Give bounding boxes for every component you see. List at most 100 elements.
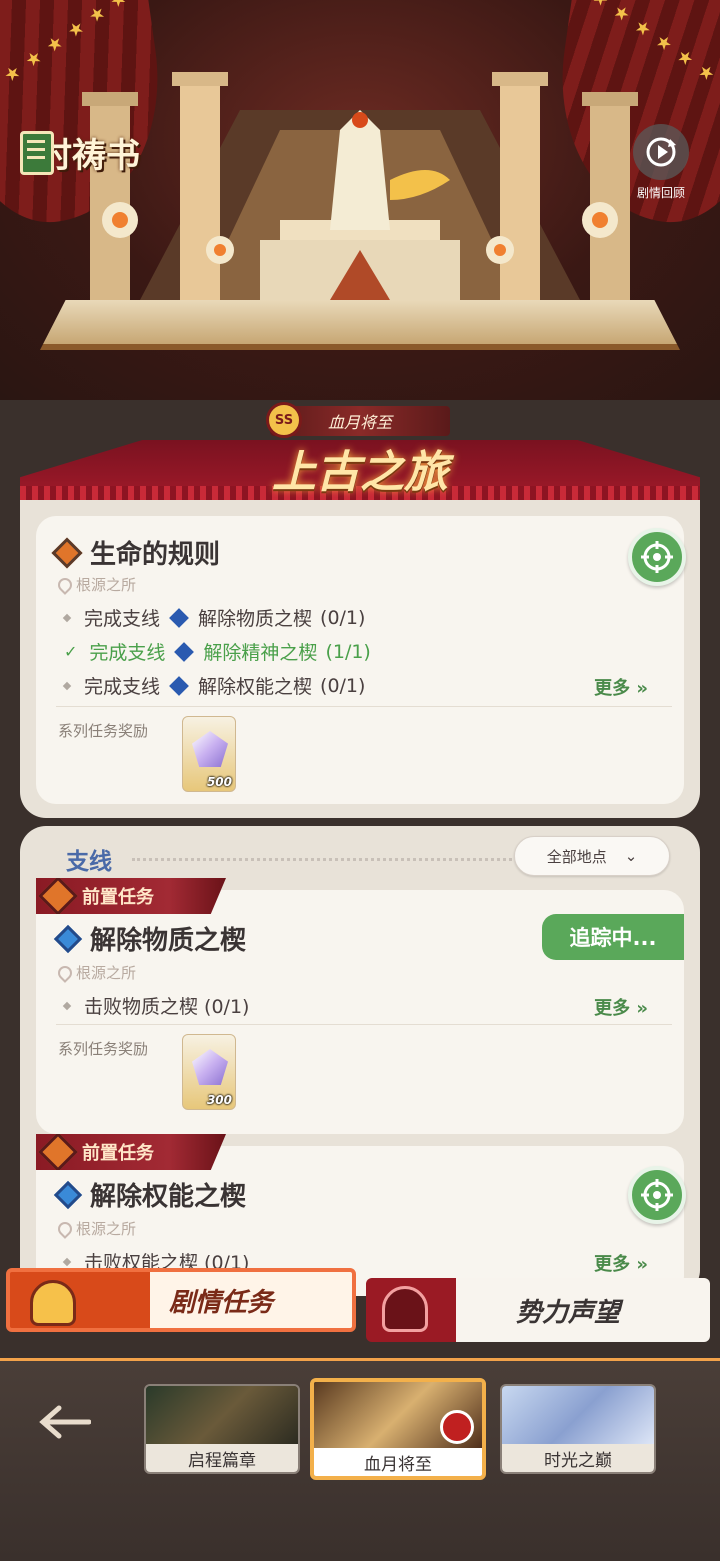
main-quest-card[interactable]: 生命的规则 根源之所 完成支线 解除物质之楔 (0/1) ✓ 完成支线 解除精神… (36, 516, 686, 804)
quest-location: 根源之所 (55, 1218, 137, 1239)
reward-label: 系列任务奖励 (58, 1040, 149, 1058)
side-quest-card[interactable]: 解除物质之楔 追踪中... 根源之所 击败物质之楔 (0/1) 更多 » 系列任… (36, 890, 684, 1134)
task-item: 击败物质之楔 (0/1) (62, 992, 250, 1019)
more-button[interactable]: 更多 » (594, 674, 648, 700)
trident-icon (382, 1286, 428, 1332)
open-book (40, 300, 680, 350)
chevron-down-icon: ⌄ (624, 847, 638, 865)
bullet-icon (62, 681, 72, 690)
divider (56, 1024, 672, 1025)
chapter-label: 启程篇章 (146, 1444, 298, 1472)
tab-label: 势力声望 (515, 1297, 620, 1328)
crystal-icon (192, 731, 228, 767)
prerequisite-tag: 前置任务 (36, 878, 226, 914)
dotted-divider (132, 858, 512, 861)
chevron-down-icon: » (636, 1254, 648, 1275)
chapter-badge-icon: SS (266, 402, 302, 438)
chapter-thumb[interactable]: 时光之巅 (500, 1384, 656, 1474)
quest-title: 解除物质之楔 (90, 926, 247, 956)
chapter-thumb-active[interactable]: 血月将至 (310, 1378, 486, 1480)
side-quest-panel: 支线 全部地点 ⌄ 解除物质之楔 追踪中... 根源之所 击败物质之楔 (0/1… (20, 826, 700, 1296)
side-quest-heading: 支线 (66, 849, 112, 875)
chevron-down-icon: » (636, 678, 648, 699)
quest-title-row: 解除权能之楔 (53, 1176, 247, 1213)
tracking-button[interactable]: 追踪中... (542, 914, 684, 960)
location-filter-dropdown[interactable]: 全部地点 ⌄ (514, 836, 670, 876)
more-label: 更多 (594, 1254, 631, 1275)
quest-title-row: 生命的规则 (51, 534, 221, 571)
navigate-button[interactable] (628, 1166, 686, 1224)
reward-quantity: 500 (206, 775, 232, 789)
prerequisite-label: 前置任务 (82, 887, 154, 908)
ss-badge-icon (440, 1410, 474, 1444)
task-prefix: 完成支线 (89, 642, 166, 664)
location-label: 根源之所 (76, 964, 137, 982)
main-quest-panel: 生命的规则 根源之所 完成支线 解除物质之楔 (0/1) ✓ 完成支线 解除精神… (20, 500, 700, 818)
more-button[interactable]: 更多 » (594, 994, 648, 1020)
task-prefix: 完成支线 (84, 608, 161, 630)
reward-crystal-item[interactable]: 300 (182, 1034, 236, 1110)
more-label: 更多 (594, 998, 631, 1019)
reward-crystal-item[interactable]: 500 (182, 716, 236, 792)
quest-title: 解除权能之楔 (90, 1182, 247, 1212)
bullet-icon (62, 613, 72, 622)
chapter-subtitle: 血月将至 (327, 413, 392, 432)
logo: 时祷书 (20, 128, 140, 177)
quest-location: 根源之所 (55, 962, 137, 983)
task-item-done: ✓ 完成支线 解除精神之楔 (1/1) (64, 638, 371, 665)
chapter-thumbnail-image (502, 1386, 654, 1448)
task-name: 解除精神之楔 (203, 642, 318, 664)
back-arrow-icon (39, 1405, 91, 1439)
crystal-icon (192, 1049, 228, 1085)
task-progress: (0/1) (320, 606, 366, 629)
chapter-subtitle-ribbon: SS 血月将至 (266, 402, 450, 438)
chapter-thumb[interactable]: 启程篇章 (144, 1384, 300, 1474)
more-button[interactable]: 更多 » (594, 1250, 648, 1276)
prerequisite-tag: 前置任务 (36, 1134, 226, 1170)
navigate-button[interactable] (628, 528, 686, 586)
reward-label: 系列任务奖励 (58, 722, 149, 740)
crosshair-icon (641, 1179, 673, 1211)
main-quest-icon (51, 536, 83, 569)
quest-location: 根源之所 (55, 574, 137, 595)
tab-label: 剧情任务 (168, 1287, 273, 1318)
more-label: 更多 (594, 678, 631, 699)
book-icon (20, 130, 54, 175)
shield-icon (30, 1280, 76, 1326)
task-progress: (1/1) (325, 640, 371, 663)
gem-icon (169, 675, 189, 696)
quest-title-row: 解除物质之楔 (53, 920, 247, 957)
tab-story-quests[interactable]: 剧情任务 (6, 1268, 356, 1332)
task-text: 击败物质之楔 (0/1) (84, 996, 250, 1018)
gem-icon (174, 641, 195, 662)
crosshair-icon (641, 541, 673, 573)
side-quest-icon (53, 1180, 83, 1209)
replay-label: 剧情回顾 (636, 186, 685, 200)
chapter-title: 上古之旅 (272, 447, 448, 498)
tab-faction-reputation[interactable]: 势力声望 (366, 1278, 710, 1342)
location-pin-icon (55, 1218, 75, 1239)
bullet-icon (62, 1257, 72, 1266)
task-item: 完成支线 解除权能之楔 (0/1) (62, 672, 366, 699)
chapter-label: 血月将至 (314, 1448, 482, 1476)
prerequisite-icon (38, 878, 78, 914)
back-button[interactable] (36, 1400, 92, 1444)
task-item: 完成支线 解除物质之楔 (0/1) (62, 604, 366, 631)
location-label: 根源之所 (76, 576, 137, 594)
chevron-down-icon: » (636, 998, 648, 1019)
replay-icon (633, 124, 689, 180)
task-progress: (0/1) (320, 674, 366, 697)
check-icon: ✓ (64, 642, 78, 661)
location-label: 根源之所 (76, 1220, 137, 1238)
side-quest-icon (53, 924, 83, 953)
gem-icon (169, 607, 189, 628)
task-prefix: 完成支线 (84, 676, 161, 698)
divider (56, 706, 672, 707)
task-name: 解除权能之楔 (198, 676, 313, 698)
story-replay-button[interactable]: 剧情回顾 (626, 124, 696, 201)
chapter-label: 时光之巅 (502, 1444, 654, 1472)
quest-title: 生命的规则 (90, 540, 221, 570)
filter-label: 全部地点 (546, 847, 607, 866)
task-name: 解除物质之楔 (198, 608, 313, 630)
bullet-icon (62, 1001, 72, 1010)
